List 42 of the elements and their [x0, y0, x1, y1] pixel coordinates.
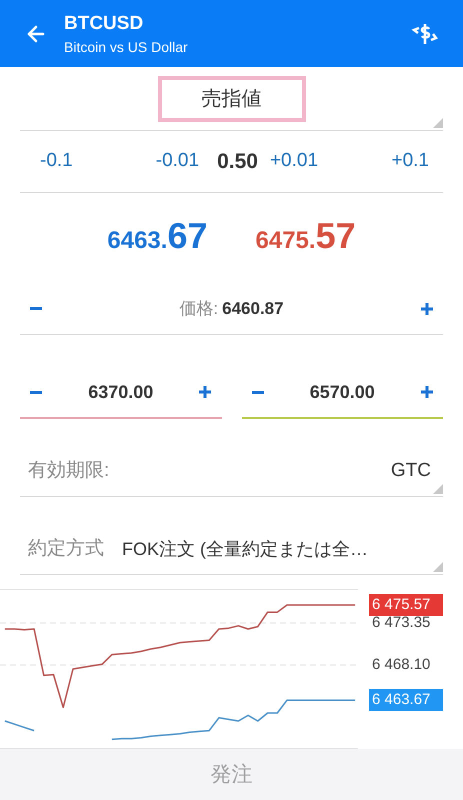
- symbol-title: BTCUSD: [64, 12, 144, 36]
- volume-step-button[interactable]: +0.01: [270, 147, 318, 176]
- plus-icon: [420, 386, 433, 398]
- expiry-value: GTC: [390, 459, 431, 484]
- minus-icon: [30, 307, 42, 310]
- order-type-select[interactable]: 売指値: [20, 67, 443, 131]
- expiry-select[interactable]: 有効期限: GTC: [20, 447, 443, 497]
- order-type-value: 売指値: [158, 76, 306, 122]
- filling-label: 約定方式: [28, 537, 104, 562]
- decrease-button[interactable]: [30, 390, 42, 394]
- increase-button[interactable]: [421, 302, 433, 314]
- volume-value[interactable]: 0.50: [207, 146, 268, 178]
- volume-step-button[interactable]: -0.01: [156, 147, 200, 176]
- price-tag: 6 475.57: [369, 594, 443, 616]
- plus-icon: [421, 302, 433, 314]
- filling-select[interactable]: 約定方式 FOK注文 (全量約定または全…: [20, 525, 443, 575]
- stop-level-field[interactable]: 6570.00: [242, 367, 443, 419]
- axis-label: 6 468.10: [372, 656, 430, 674]
- price-value: 6460.87: [222, 298, 284, 320]
- volume-step-button[interactable]: +0.1: [391, 147, 429, 176]
- price-field[interactable]: 価格: 6460.87: [20, 283, 443, 335]
- minus-icon: [30, 390, 42, 394]
- expiry-label: 有効期限:: [28, 459, 110, 484]
- minus-icon: [252, 390, 264, 394]
- symbol-description: Bitcoin vs US Dollar: [64, 38, 189, 56]
- volume-step-button[interactable]: -0.1: [40, 147, 73, 176]
- quote-price: 6463.67: [107, 214, 208, 258]
- price-tag: 6 463.67: [369, 689, 443, 712]
- dropdown-corner-icon: [433, 484, 443, 494]
- increase-button[interactable]: [420, 386, 433, 398]
- plus-icon: [199, 386, 212, 398]
- dropdown-corner-icon: [433, 118, 443, 128]
- dropdown-corner-icon: [433, 562, 443, 572]
- stop-level-value: 6570.00: [310, 380, 375, 404]
- price-label: 価格:: [179, 298, 218, 320]
- decrease-button[interactable]: [252, 390, 264, 394]
- increase-button[interactable]: [199, 386, 212, 398]
- quote-price: 6475.57: [256, 214, 356, 258]
- stop-level-field[interactable]: 6370.00: [20, 367, 222, 419]
- filling-value: FOK注文 (全量約定または全…: [122, 538, 368, 561]
- stop-level-value: 6370.00: [88, 380, 154, 404]
- axis-label: 6 473.35: [372, 614, 430, 632]
